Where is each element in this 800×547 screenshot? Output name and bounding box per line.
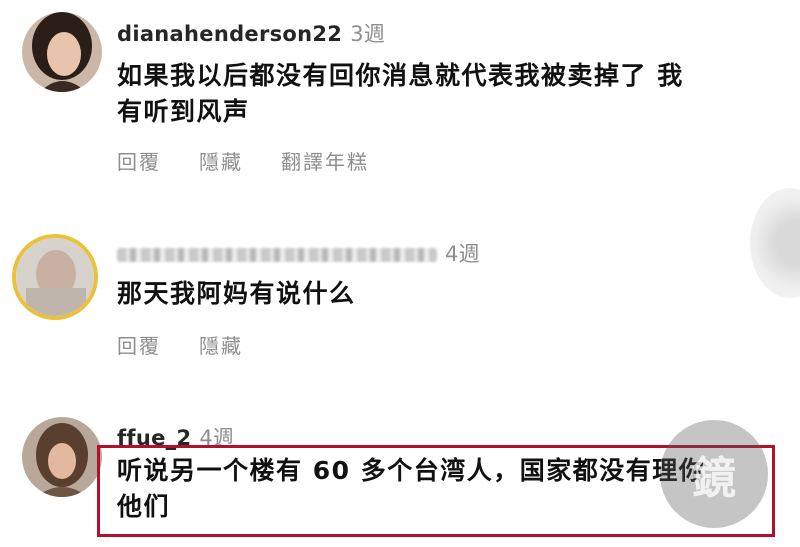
comment-actions: 回覆 隱藏 翻譯年糕 — [117, 146, 407, 175]
watermark-logo: 鏡 — [660, 420, 768, 528]
username[interactable]: dianahenderson22 3週 — [117, 18, 385, 48]
avatar[interactable] — [22, 12, 102, 92]
comment-actions: 回覆 隱藏 — [117, 330, 281, 359]
comment-text-line: 有听到风声 — [117, 97, 250, 126]
reply-button[interactable]: 回覆 — [117, 150, 161, 174]
comment-text: 如果我以后都没有回你消息就代表我被卖掉了 我 有听到风声 — [117, 58, 797, 130]
comment-age: 4週 — [445, 242, 480, 266]
avatar[interactable] — [22, 417, 102, 497]
hide-button[interactable]: 隱藏 — [199, 334, 243, 358]
mirror-media-logo-icon: 鏡 — [692, 453, 736, 504]
blurred-username — [117, 248, 437, 262]
comment-text-line: 那天我阿妈有说什么 — [117, 279, 356, 308]
username[interactable]: 4週 — [117, 238, 480, 268]
hide-button[interactable]: 隱藏 — [199, 150, 243, 174]
reply-button[interactable]: 回覆 — [117, 334, 161, 358]
comment-text: 那天我阿妈有说什么 — [117, 276, 356, 312]
username-text[interactable]: dianahenderson22 — [117, 22, 342, 46]
comment-text-line: 如果我以后都没有回你消息就代表我被卖掉了 我 — [117, 61, 684, 90]
scroll-handle[interactable] — [750, 188, 800, 298]
avatar[interactable] — [12, 234, 98, 320]
translate-button[interactable]: 翻譯年糕 — [281, 150, 369, 174]
comment-age: 3週 — [350, 22, 386, 46]
